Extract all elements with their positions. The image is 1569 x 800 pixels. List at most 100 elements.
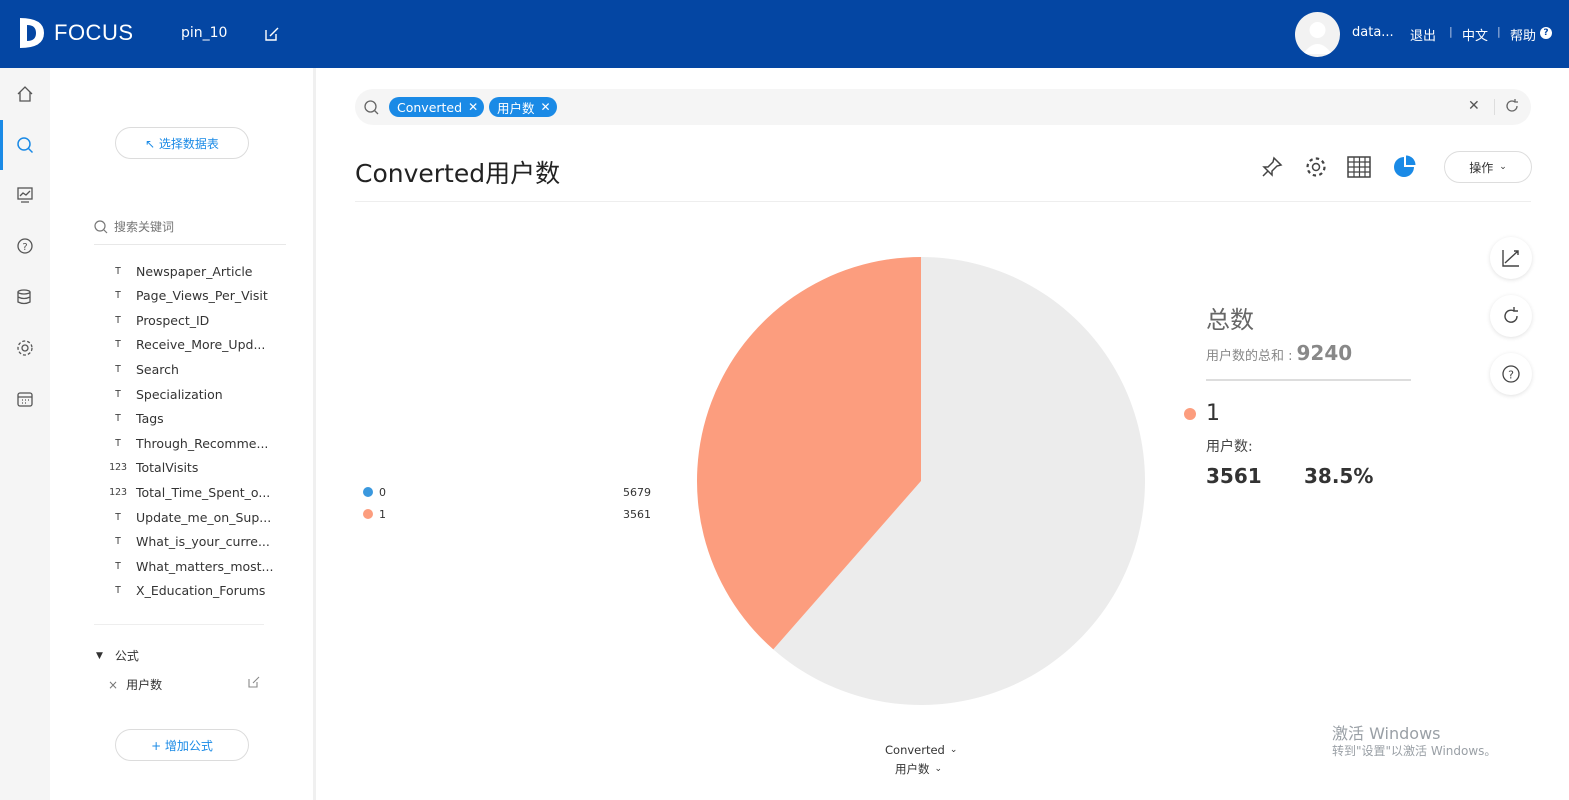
formula-section-header[interactable]: ▼ 公式 xyxy=(96,647,139,664)
y-axis-selector[interactable]: 用户数 ⌄ xyxy=(895,761,942,777)
selected-measure-label: 用户数: xyxy=(1206,439,1253,455)
query-search-bar[interactable]: Converted ✕ 用户数 ✕ ✕ xyxy=(355,89,1531,125)
formula-item-label: 用户数 xyxy=(126,678,163,692)
clear-icon[interactable]: ✕ xyxy=(1468,98,1480,114)
close-icon[interactable]: × xyxy=(108,678,118,692)
help-circle-icon[interactable]: ? xyxy=(1540,27,1552,39)
selected-category: 1 xyxy=(1206,401,1220,426)
help-icon[interactable]: ? xyxy=(0,228,50,264)
field-item[interactable]: T X_Education_Forums xyxy=(108,580,265,602)
add-formula-button[interactable]: + 增加公式 xyxy=(115,729,249,761)
dashboard-icon[interactable] xyxy=(0,177,50,213)
help-icon[interactable]: ? xyxy=(1490,353,1532,395)
watermark-title: 激活 Windows xyxy=(1332,724,1441,743)
field-item[interactable]: T Prospect_ID xyxy=(108,309,209,331)
axis-icon[interactable] xyxy=(1490,237,1532,279)
query-chip[interactable]: Converted ✕ xyxy=(389,97,485,117)
legend-item[interactable]: 1 3561 xyxy=(363,506,651,522)
divider xyxy=(355,201,1531,202)
pie-chart[interactable] xyxy=(696,256,1146,706)
operation-dropdown[interactable]: 操作 ⌄ xyxy=(1444,151,1532,183)
text-type-icon: T xyxy=(114,363,122,375)
text-type-icon: T xyxy=(114,560,122,572)
field-item[interactable]: T Newspaper_Article xyxy=(108,260,253,282)
operation-label: 操作 xyxy=(1469,160,1494,175)
field-name: Total_Time_Spent_o... xyxy=(136,484,271,500)
field-name: Page_Views_Per_Visit xyxy=(136,288,268,304)
close-icon[interactable]: ✕ xyxy=(468,100,478,114)
separator: | xyxy=(1449,25,1453,38)
field-item[interactable]: 123 TotalVisits xyxy=(108,457,198,479)
pie-chart-icon[interactable] xyxy=(1389,152,1419,182)
legend-dot xyxy=(363,487,373,497)
refresh-icon[interactable] xyxy=(1504,98,1520,118)
field-item[interactable]: T Update_me_on_Sup... xyxy=(108,506,271,528)
logout-link[interactable]: 退出 xyxy=(1410,25,1436,44)
language-link[interactable]: 中文 xyxy=(1462,25,1488,44)
svg-text:?: ? xyxy=(1508,369,1514,382)
formula-section-label: 公式 xyxy=(114,649,139,663)
avatar[interactable] xyxy=(1295,12,1340,57)
pin-icon[interactable] xyxy=(1257,152,1287,182)
home-icon[interactable] xyxy=(0,76,50,112)
field-name: Tags xyxy=(136,411,164,427)
selected-dot xyxy=(1184,408,1196,420)
legend-dot xyxy=(363,509,373,519)
chip-label: 用户数 xyxy=(497,100,535,116)
close-icon[interactable]: ✕ xyxy=(541,100,551,114)
field-name: Receive_More_Upd... xyxy=(136,337,266,353)
chip-label: Converted xyxy=(397,99,463,115)
query-chip[interactable]: 用户数 ✕ xyxy=(489,97,557,117)
logo-icon xyxy=(20,18,44,48)
text-type-icon: T xyxy=(114,339,122,351)
field-item[interactable]: T Receive_More_Upd... xyxy=(108,334,265,356)
edit-icon[interactable] xyxy=(248,676,260,691)
database-icon[interactable] xyxy=(0,279,50,315)
user-name[interactable]: data... xyxy=(1352,25,1394,40)
text-type-icon: T xyxy=(114,413,122,425)
search-icon[interactable] xyxy=(0,127,50,163)
field-item[interactable]: T What_matters_most... xyxy=(108,555,274,577)
text-type-icon: T xyxy=(114,388,122,400)
field-item[interactable]: T Specialization xyxy=(108,383,223,405)
divider xyxy=(94,624,264,625)
icon-nav: ? xyxy=(0,68,50,800)
field-search-input[interactable] xyxy=(114,219,274,234)
search-icon xyxy=(94,219,108,233)
select-table-button[interactable]: ↖ 选择数据表 xyxy=(115,127,249,159)
table-icon[interactable] xyxy=(1344,152,1374,182)
field-item[interactable]: T Tags xyxy=(108,408,164,430)
field-item[interactable]: T Page_Views_Per_Visit xyxy=(108,285,268,307)
text-type-icon: T xyxy=(114,511,122,523)
field-name: Update_me_on_Sup... xyxy=(136,509,272,525)
field-item[interactable]: T Through_Recomme... xyxy=(108,432,268,454)
search-icon xyxy=(364,100,379,115)
text-type-icon: T xyxy=(114,536,122,548)
logo[interactable]: FOCUS xyxy=(18,16,134,50)
x-axis-selector[interactable]: Converted ⌄ xyxy=(885,743,957,757)
settings-icon[interactable] xyxy=(0,330,50,366)
legend-item[interactable]: 0 5679 xyxy=(363,484,651,500)
pin-title[interactable]: pin_10 xyxy=(181,25,227,41)
edit-icon[interactable] xyxy=(264,26,280,46)
field-name: Prospect_ID xyxy=(136,312,210,328)
field-search[interactable] xyxy=(94,209,286,245)
text-type-icon: T xyxy=(114,585,122,597)
top-bar: FOCUS pin_10 data... 退出 | 中文 | 帮助 ? xyxy=(0,0,1569,68)
field-item[interactable]: T Search xyxy=(108,358,179,380)
legend-label: 1 xyxy=(379,507,386,521)
field-item[interactable]: T What_is_your_curre... xyxy=(108,531,270,553)
field-item[interactable]: 123 Total_Time_Spent_o... xyxy=(108,481,270,503)
formula-item[interactable]: × 用户数 xyxy=(108,676,260,693)
calendar-icon[interactable] xyxy=(0,381,50,417)
field-name: Newspaper_Article xyxy=(136,263,253,279)
text-type-icon: T xyxy=(114,265,122,277)
total-label: 总数 xyxy=(1206,306,1254,334)
help-link[interactable]: 帮助 xyxy=(1510,25,1536,44)
selected-value: 3561 xyxy=(1206,464,1262,488)
gear-icon[interactable] xyxy=(1301,152,1331,182)
numeric-type-icon: 123 xyxy=(108,486,128,498)
field-name: What_matters_most... xyxy=(136,558,274,574)
refresh-icon[interactable] xyxy=(1490,295,1532,337)
field-name: What_is_your_curre... xyxy=(136,534,270,550)
